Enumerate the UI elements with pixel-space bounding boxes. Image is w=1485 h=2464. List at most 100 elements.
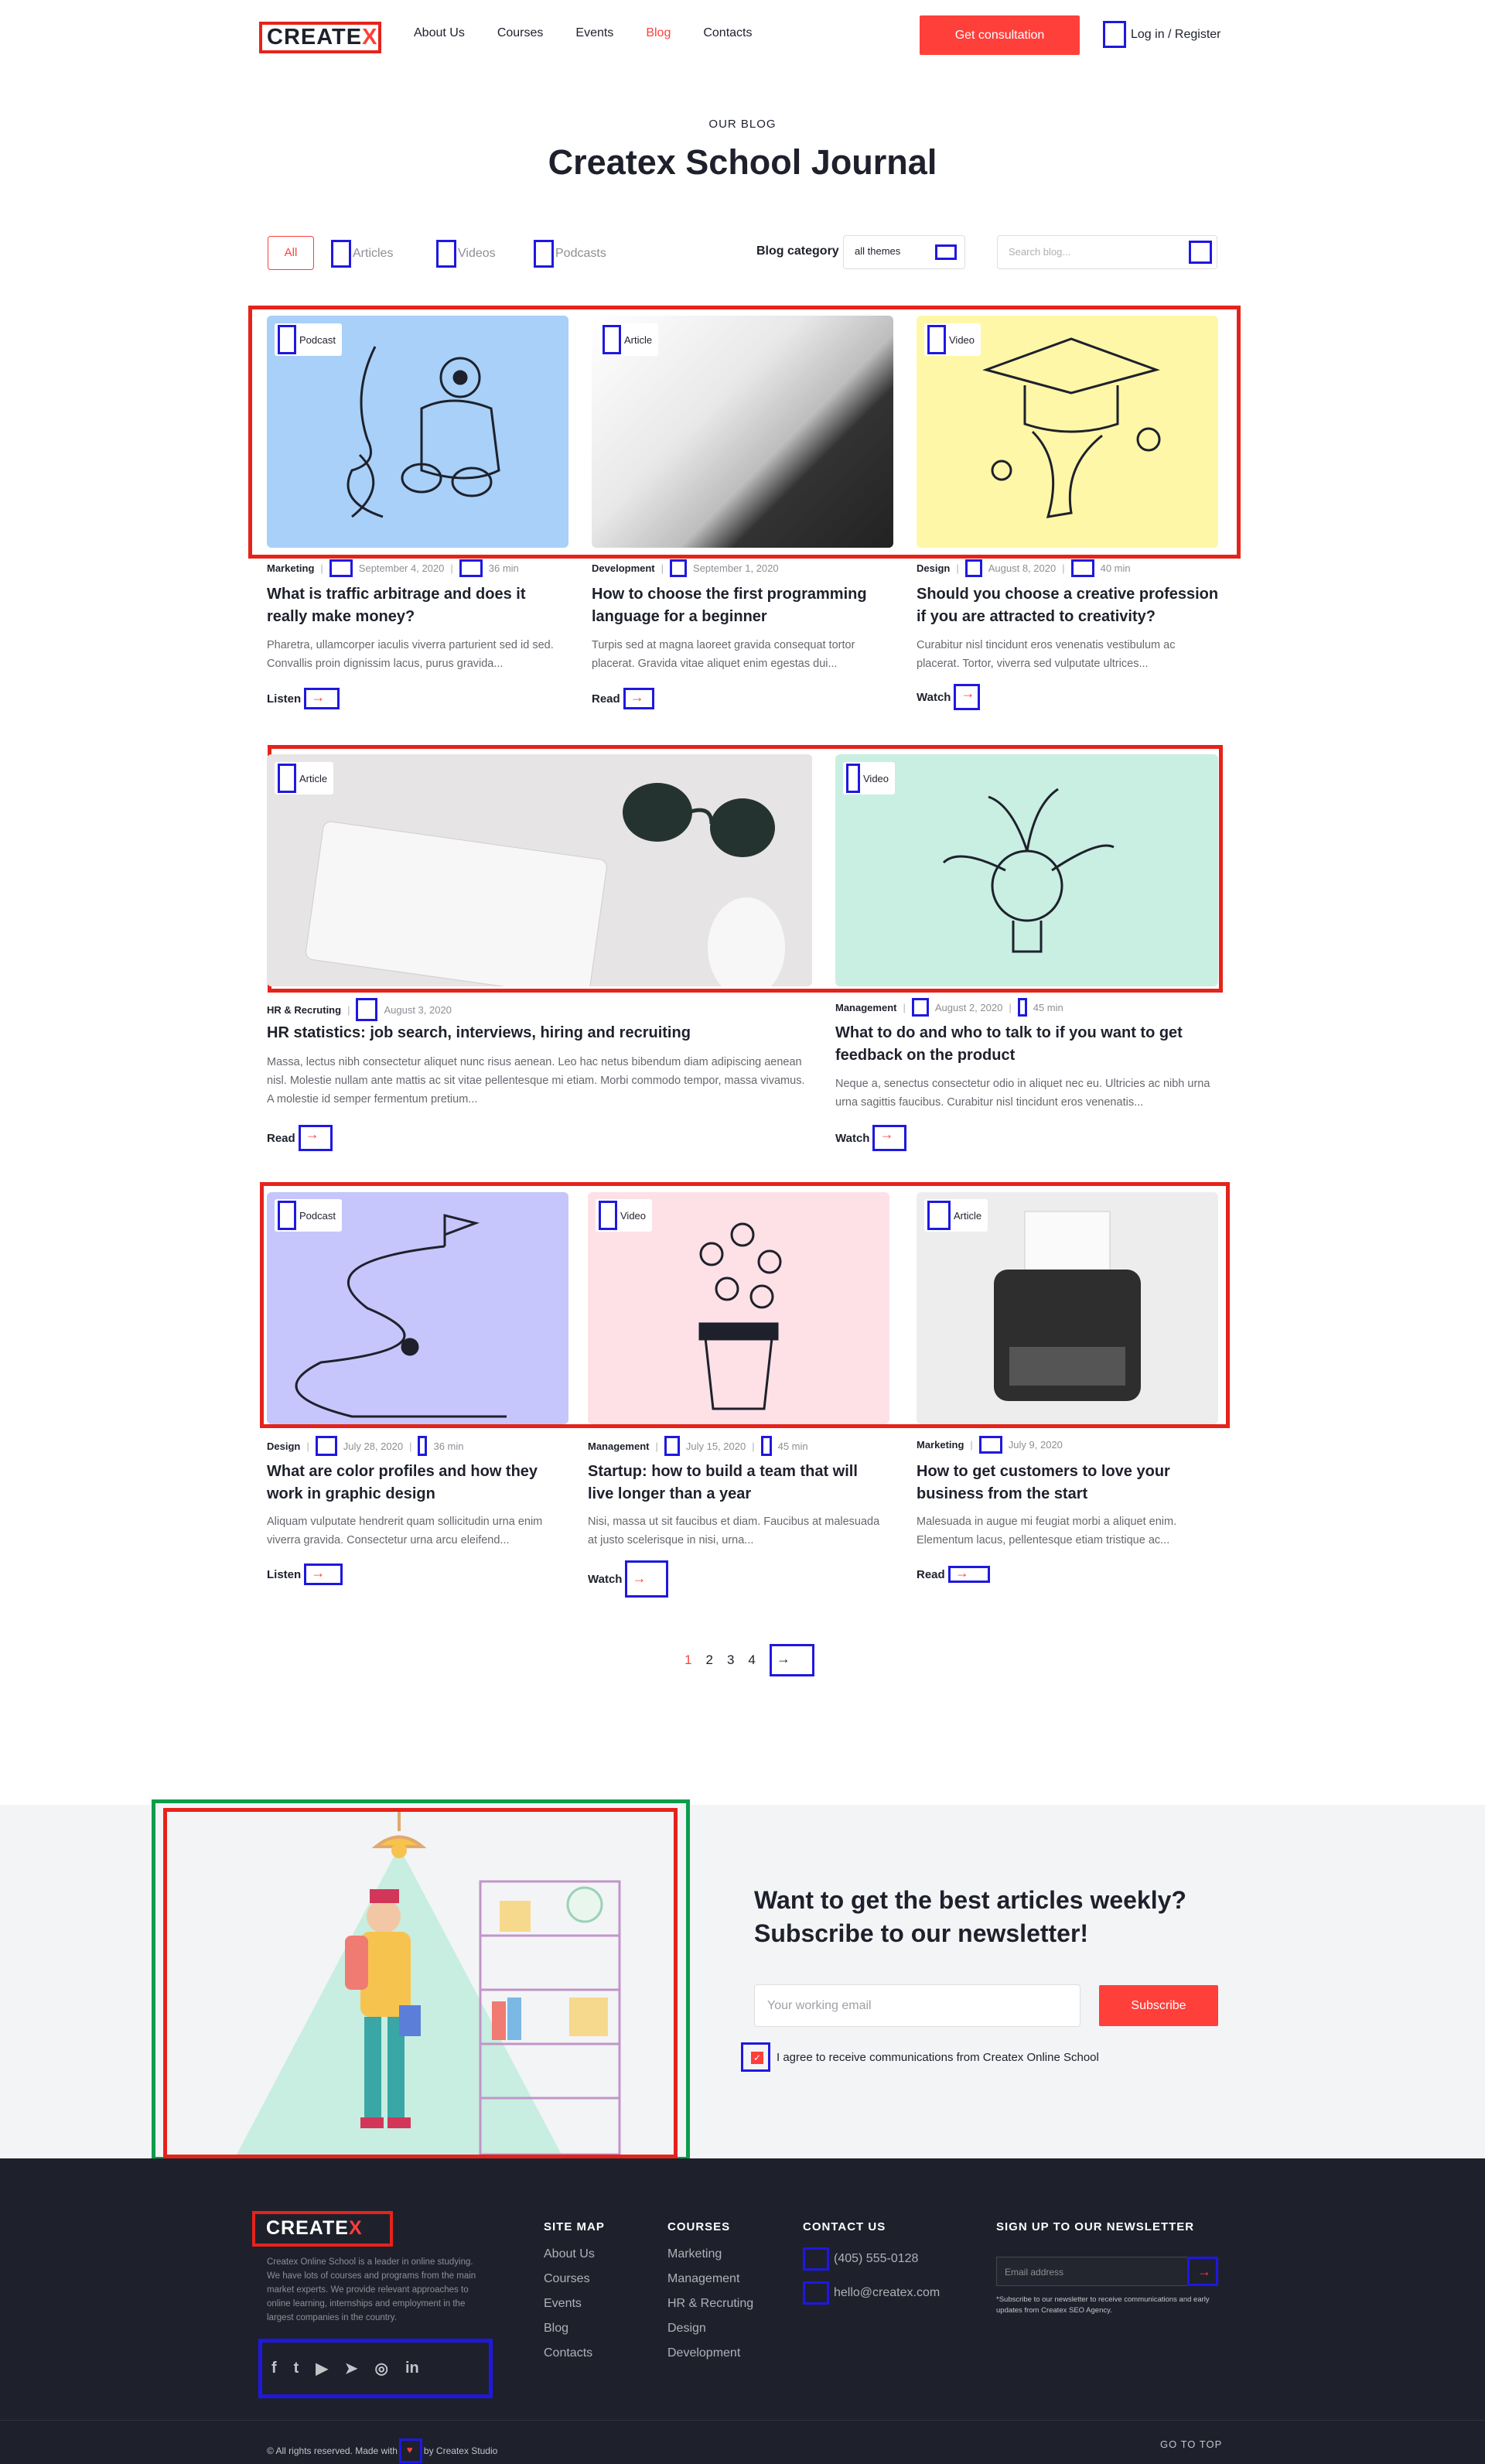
phone-icon[interactable] bbox=[803, 2247, 829, 2271]
video-icon[interactable] bbox=[846, 764, 860, 793]
card-3-title[interactable]: Should you choose a creative profession … bbox=[917, 583, 1222, 628]
category-label: Blog category bbox=[756, 244, 839, 258]
arrow-right-icon[interactable]: → bbox=[623, 688, 654, 709]
footer-course-marketing[interactable]: Marketing bbox=[667, 2247, 753, 2261]
card-date: July 28, 2020 bbox=[343, 1440, 404, 1452]
article-icon[interactable] bbox=[927, 1201, 951, 1230]
nav-blog[interactable]: Blog bbox=[646, 26, 671, 40]
card-2-title[interactable]: How to choose the first programming lang… bbox=[592, 583, 889, 628]
heart-icon[interactable]: ♥ bbox=[398, 2438, 422, 2463]
newsletter-email-input[interactable]: Your working email bbox=[754, 1984, 1080, 2027]
card-5-watch-link[interactable]: Watch → bbox=[835, 1125, 907, 1151]
search-icon[interactable] bbox=[1189, 241, 1212, 264]
agree-checkbox[interactable]: ✓ bbox=[741, 2042, 770, 2072]
card-8-title[interactable]: How to get customers to love your busine… bbox=[917, 1461, 1222, 1505]
arrow-right-icon[interactable]: → bbox=[625, 1560, 669, 1598]
card-8-read-link[interactable]: Read → bbox=[917, 1565, 990, 1583]
card-duration: 40 min bbox=[1100, 562, 1131, 574]
instagram-icon[interactable]: ◎ bbox=[375, 2359, 388, 2378]
footer-logo[interactable]: CREATEX bbox=[252, 2211, 393, 2247]
footer-course-development[interactable]: Development bbox=[667, 2346, 753, 2360]
nav-courses[interactable]: Courses bbox=[497, 26, 544, 40]
footer-link-courses[interactable]: Courses bbox=[544, 2272, 605, 2286]
footer-link-blog[interactable]: Blog bbox=[544, 2322, 605, 2336]
mail-icon[interactable] bbox=[803, 2281, 829, 2305]
subscribe-button[interactable]: Subscribe bbox=[1099, 1985, 1218, 2026]
footer-link-contacts[interactable]: Contacts bbox=[544, 2346, 605, 2360]
footer-phone[interactable]: (405) 555-0128 bbox=[803, 2247, 940, 2271]
card-date: July 9, 2020 bbox=[1008, 1439, 1063, 1451]
search-input[interactable]: Search blog... bbox=[997, 235, 1217, 269]
footer-course-management[interactable]: Management bbox=[667, 2272, 753, 2286]
card-3-excerpt: Curabitur nisl tincidunt eros venenatis … bbox=[917, 639, 1176, 670]
arrow-right-icon[interactable]: → bbox=[947, 1565, 990, 1583]
footer-email-input[interactable]: Email address → bbox=[996, 2257, 1218, 2286]
card-7-watch-link[interactable]: Watch → bbox=[588, 1560, 669, 1598]
article-icon[interactable] bbox=[331, 240, 351, 268]
video-icon[interactable] bbox=[436, 240, 456, 268]
page-2[interactable]: 2 bbox=[705, 1652, 712, 1668]
arrow-right-icon[interactable]: → bbox=[1187, 2257, 1218, 2286]
page-4[interactable]: 4 bbox=[748, 1652, 755, 1668]
nav-contacts[interactable]: Contacts bbox=[703, 26, 752, 40]
get-consultation-button[interactable]: Get consultation bbox=[920, 15, 1080, 55]
filter-videos[interactable]: Videos bbox=[436, 240, 496, 268]
card-7-excerpt: Nisi, massa ut sit faucibus et diam. Fau… bbox=[588, 1516, 880, 1546]
filter-articles[interactable]: Articles bbox=[331, 240, 393, 268]
card-date: August 3, 2020 bbox=[384, 1003, 452, 1016]
article-icon[interactable] bbox=[603, 325, 621, 354]
card-3-watch-link[interactable]: Watch → bbox=[917, 684, 981, 710]
card-4-title[interactable]: HR statistics: job search, interviews, h… bbox=[267, 1022, 808, 1044]
calendar-icon bbox=[964, 559, 982, 577]
podcast-icon[interactable] bbox=[534, 240, 554, 268]
footer-link-events[interactable]: Events bbox=[544, 2297, 605, 2311]
contact-title: CONTACT US bbox=[803, 2220, 886, 2233]
login-link[interactable]: Log in / Register bbox=[1103, 21, 1221, 48]
next-page-arrow-icon[interactable]: → bbox=[769, 1644, 814, 1676]
page-3[interactable]: 3 bbox=[727, 1652, 734, 1668]
linkedin-icon[interactable]: in bbox=[405, 2360, 419, 2377]
card-6-listen-link[interactable]: Listen → bbox=[267, 1563, 343, 1585]
card-4-read-link[interactable]: Read → bbox=[267, 1125, 333, 1151]
arrow-right-icon[interactable]: → bbox=[298, 1125, 333, 1151]
card-duration: 36 min bbox=[488, 562, 519, 574]
footer-course-design[interactable]: Design bbox=[667, 2322, 753, 2336]
user-icon[interactable] bbox=[1103, 21, 1126, 48]
video-icon[interactable] bbox=[927, 325, 946, 354]
footer-course-hr[interactable]: HR & Recruting bbox=[667, 2297, 753, 2311]
card-link-label: Watch bbox=[917, 690, 951, 704]
podcast-icon[interactable] bbox=[278, 325, 296, 354]
nav-about[interactable]: About Us bbox=[414, 26, 465, 40]
card-6-excerpt: Aliquam vulputate hendrerit quam sollici… bbox=[267, 1516, 543, 1546]
category-select[interactable]: all themes bbox=[843, 235, 965, 269]
card-6-title[interactable]: What are color profiles and how they wor… bbox=[267, 1461, 565, 1505]
card-4-image[interactable] bbox=[267, 754, 812, 986]
arrow-right-icon[interactable]: → bbox=[304, 688, 340, 709]
video-icon[interactable] bbox=[599, 1201, 617, 1230]
chevron-down-icon[interactable] bbox=[935, 244, 957, 260]
page-1[interactable]: 1 bbox=[684, 1652, 691, 1668]
card-5-title[interactable]: What to do and who to talk to if you wan… bbox=[835, 1022, 1207, 1067]
youtube-icon[interactable]: ▶ bbox=[316, 2359, 327, 2378]
arrow-right-icon[interactable]: → bbox=[304, 1563, 343, 1585]
facebook-icon[interactable]: f bbox=[271, 2360, 277, 2377]
footer-email[interactable]: hello@createx.com bbox=[803, 2281, 940, 2305]
filter-podcasts[interactable]: Podcasts bbox=[534, 240, 606, 268]
card-link-label: Watch bbox=[835, 1131, 870, 1145]
podcast-icon[interactable] bbox=[278, 1201, 296, 1230]
card-duration: 45 min bbox=[777, 1440, 808, 1452]
card-2-read-link[interactable]: Read → bbox=[592, 688, 654, 709]
twitter-icon[interactable]: t bbox=[294, 2360, 299, 2377]
arrow-right-icon[interactable]: → bbox=[872, 1125, 907, 1151]
article-icon[interactable] bbox=[278, 764, 296, 793]
nav-events[interactable]: Events bbox=[575, 26, 613, 40]
telegram-icon[interactable]: ➤ bbox=[345, 2359, 358, 2378]
footer-link-about[interactable]: About Us bbox=[544, 2247, 605, 2261]
card-7-title[interactable]: Startup: how to build a team that will l… bbox=[588, 1461, 886, 1505]
go-to-top-link[interactable]: GO TO TOP bbox=[1160, 2438, 1222, 2450]
filter-all[interactable]: All bbox=[268, 236, 314, 270]
arrow-right-icon[interactable]: → bbox=[954, 684, 981, 710]
card-1-listen-link[interactable]: Listen → bbox=[267, 688, 340, 709]
card-1-title[interactable]: What is traffic arbitrage and does it re… bbox=[267, 583, 565, 628]
logo[interactable]: CREATEX bbox=[259, 22, 381, 53]
